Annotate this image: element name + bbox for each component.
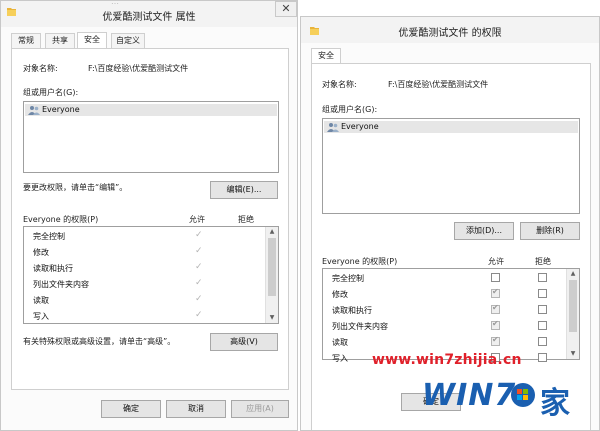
permissions-title: 优爱酷测试文件 的权限 — [398, 28, 502, 39]
permissions-scrollbar[interactable]: ▲ ▼ — [265, 227, 278, 323]
permission-name: 修改 — [332, 290, 348, 299]
tab-customize[interactable]: 自定义 — [111, 33, 145, 48]
permission-name: 列出文件夹内容 — [33, 280, 89, 289]
permission-name: 读取和执行 — [33, 264, 73, 273]
apply-button[interactable]: 应用(A) — [231, 400, 289, 418]
user-group-icon — [327, 123, 339, 132]
permissions-titlebar[interactable]: 优爱酷测试文件 的权限 — [301, 17, 599, 43]
group-user-list[interactable]: Everyone — [322, 118, 580, 214]
list-item-everyone[interactable]: Everyone — [25, 104, 277, 116]
site-watermark: www.win7zhijia.cn WIN7 家 — [370, 346, 598, 430]
permission-name: 列出文件夹内容 — [332, 322, 388, 331]
permission-name: 完全控制 — [332, 274, 364, 283]
list-item-everyone[interactable]: Everyone — [324, 121, 578, 133]
permission-row: 完全控制 — [323, 270, 566, 286]
permission-row: 读取和执行 — [323, 302, 566, 318]
permissions-label: Everyone 的权限(P) — [322, 257, 398, 266]
deny-checkbox[interactable] — [538, 321, 547, 330]
object-name-value: F:\百度经验\优爱酷测试文件 — [388, 80, 489, 89]
list-item-label: Everyone — [42, 105, 80, 114]
allow-checkbox[interactable] — [491, 319, 500, 330]
watermark-logo-text: WIN7 — [422, 378, 517, 413]
permission-name: 读取和执行 — [332, 306, 372, 315]
group-list-label: 组或用户名(G): — [322, 105, 378, 114]
properties-titlebar[interactable]: … 优爱酷测试文件 属性 ✕ — [1, 1, 297, 27]
properties-dialog: … 优爱酷测试文件 属性 ✕ 常规 共享 安全 自定义 对象名称: F:\百度经… — [0, 0, 298, 431]
tab-general[interactable]: 常规 — [11, 33, 41, 48]
permission-row: 修改 ✓ — [24, 244, 265, 260]
allow-checkbox[interactable] — [491, 273, 500, 282]
titlebar-partial-text: … — [111, 0, 119, 6]
permission-name: 读取 — [33, 296, 49, 305]
checkmark-icon: ✓ — [195, 246, 203, 256]
allow-checkbox[interactable] — [491, 303, 500, 314]
advanced-hint: 有关特殊权限或高级设置，请单击“高级”。 — [23, 337, 176, 346]
tab-label: 安全 — [318, 51, 334, 60]
checkmark-icon: ✓ — [195, 262, 203, 272]
checkmark-icon: ✓ — [195, 278, 203, 288]
tab-sharing[interactable]: 共享 — [45, 33, 75, 48]
allow-header: 允许 — [189, 215, 205, 224]
permission-row: 列出文件夹内容 ✓ — [24, 276, 265, 292]
user-group-icon — [28, 106, 40, 115]
tab-label: 共享 — [52, 36, 68, 45]
close-button[interactable]: ✕ — [275, 1, 297, 17]
deny-checkbox[interactable] — [538, 305, 547, 314]
permission-row: 读取和执行 ✓ — [24, 260, 265, 276]
watermark-logo-suffix: 家 — [540, 386, 570, 421]
scroll-up-icon[interactable]: ▲ — [266, 227, 278, 237]
object-name-value: F:\百度经验\优爱酷测试文件 — [88, 64, 189, 73]
edit-button[interactable]: 编辑(E)... — [210, 181, 278, 199]
permission-row: 读取 ✓ — [24, 292, 265, 308]
tab-label: 自定义 — [116, 36, 140, 45]
tab-security[interactable]: 安全 — [311, 48, 341, 64]
allow-checkbox[interactable] — [491, 287, 500, 298]
add-button[interactable]: 添加(D)... — [454, 222, 514, 240]
security-panel: 对象名称: F:\百度经验\优爱酷测试文件 组或用户名(G): Everyone… — [11, 48, 289, 390]
scrollbar-thumb[interactable] — [569, 280, 577, 332]
tab-label: 安全 — [84, 35, 100, 44]
checkmark-icon: ✓ — [195, 230, 203, 240]
checkmark-icon: ✓ — [195, 310, 203, 320]
permission-name: 写入 — [332, 354, 348, 363]
permission-name: 完全控制 — [33, 232, 65, 241]
change-permission-hint: 要更改权限，请单击“编辑”。 — [23, 183, 128, 192]
windows-logo-icon — [511, 383, 535, 407]
cancel-button[interactable]: 取消 — [166, 400, 226, 418]
deny-header: 拒绝 — [238, 215, 254, 224]
watermark-logo: WIN7 家 — [422, 374, 596, 426]
object-name-label: 对象名称: — [23, 64, 58, 73]
scroll-down-icon[interactable]: ▼ — [266, 313, 278, 323]
remove-button[interactable]: 删除(R) — [520, 222, 580, 240]
permission-row: 修改 — [323, 286, 566, 302]
permission-row: 列出文件夹内容 — [323, 318, 566, 334]
advanced-button[interactable]: 高级(V) — [210, 333, 278, 351]
object-name-label: 对象名称: — [322, 80, 357, 89]
permission-row: 写入 ✓ — [24, 308, 265, 324]
group-list-label: 组或用户名(G): — [23, 88, 79, 97]
list-item-label: Everyone — [341, 122, 379, 131]
deny-header: 拒绝 — [535, 257, 551, 266]
permission-row: 完全控制 ✓ — [24, 228, 265, 244]
close-icon: ✕ — [281, 2, 291, 15]
permissions-label: Everyone 的权限(P) — [23, 215, 99, 224]
tab-security[interactable]: 安全 — [77, 32, 107, 48]
group-user-list[interactable]: Everyone — [23, 101, 279, 173]
scroll-up-icon[interactable]: ▲ — [567, 269, 579, 279]
deny-checkbox[interactable] — [538, 273, 547, 282]
permission-name: 写入 — [33, 312, 49, 321]
properties-title: 优爱酷测试文件 属性 — [102, 12, 196, 23]
permission-name: 修改 — [33, 248, 49, 257]
watermark-url: www.win7zhijia.cn — [372, 352, 522, 368]
deny-checkbox[interactable] — [538, 337, 547, 346]
checkmark-icon: ✓ — [195, 294, 203, 304]
tab-label: 常规 — [18, 36, 34, 45]
permissions-list[interactable]: 完全控制 ✓ 修改 ✓ 读取和执行 ✓ 列出文件夹内容 ✓ 读取 ✓ 写入 ✓ ▲ ▼ — [23, 226, 279, 324]
ok-button[interactable]: 确定 — [101, 400, 161, 418]
allow-header: 允许 — [488, 257, 504, 266]
allow-checkbox[interactable] — [491, 335, 500, 346]
scrollbar-thumb[interactable] — [268, 238, 276, 296]
deny-checkbox[interactable] — [538, 289, 547, 298]
permission-name: 读取 — [332, 338, 348, 347]
